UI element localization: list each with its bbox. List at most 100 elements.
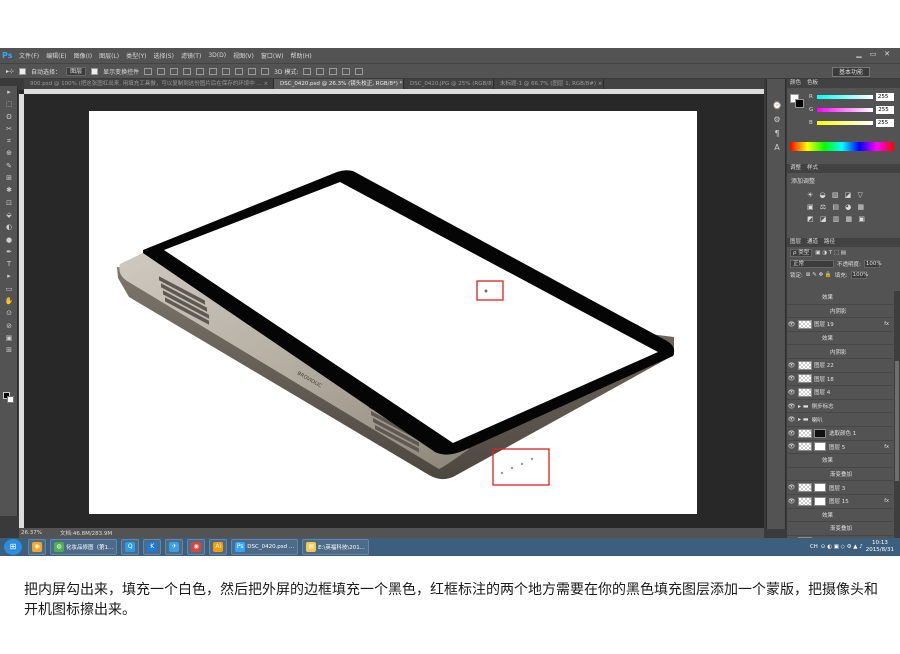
menu-window[interactable]: 窗口(W) [261, 51, 284, 60]
vertical-ruler[interactable] [19, 94, 24, 528]
screen-mode-icon[interactable]: ⊞ [0, 344, 18, 356]
tab-dsc-0420-jpg[interactable]: DSC_0420.JPG @ 25% (RGB/8) × [404, 79, 494, 89]
pen-tool-icon[interactable]: ✒ [0, 246, 18, 258]
eraser-tool-icon[interactable]: ⬙ [0, 209, 18, 221]
layer-row[interactable]: 渐变叠加 [787, 522, 893, 536]
3d-rotate-icon[interactable] [303, 67, 312, 75]
menu-file[interactable]: 文件(F) [19, 51, 39, 60]
eye-icon[interactable]: 👁 [787, 416, 796, 423]
character-icon[interactable]: A [767, 141, 787, 155]
fill-input[interactable]: 100% [850, 270, 868, 279]
layer-row[interactable]: 效果 [787, 291, 893, 305]
layer-mask-thumbnail[interactable] [814, 483, 826, 493]
tab-dsc-0420-psd[interactable]: DSC_0420.psd @ 26.3% (镜头校正, RGB/8*) * × [274, 79, 404, 89]
distribute-icon[interactable] [261, 67, 270, 75]
zoom-tool-icon[interactable]: ⊙ [0, 307, 18, 319]
menu-filter[interactable]: 滤镜(T) [181, 51, 201, 60]
3d-slide-icon[interactable] [342, 67, 351, 75]
layer-row[interactable]: 👁 图层 18 [787, 373, 893, 387]
lasso-tool-icon[interactable]: ʘ [0, 111, 18, 123]
move-tool-icon[interactable]: ▸ [0, 86, 18, 98]
healing-tool-icon[interactable]: ✎ [0, 160, 18, 172]
taskbar-app[interactable]: ✈ [165, 539, 184, 555]
close-icon[interactable]: ✕ [882, 50, 892, 59]
paragraph-icon[interactable]: ¶ [767, 127, 787, 141]
tab-swatches[interactable]: 色板 [807, 79, 818, 88]
adjustment-icons-row[interactable]: ▣ ⚖ ▤ ◕ ▦ [787, 201, 900, 213]
tab-paths[interactable]: 路径 [824, 238, 835, 247]
taskbar-app[interactable]: Ps DSC_0420.psd ... [231, 539, 299, 555]
shape-tool-icon[interactable]: ▭ [0, 283, 18, 295]
tab-900-psd[interactable]: 900.psd @ 100% (把这张图杠出来, 用填充工具做，可以复制到这份图… [24, 79, 274, 89]
fx-icon[interactable]: fx [884, 444, 889, 450]
gradient-tool-icon[interactable]: ◐ [0, 221, 18, 233]
filter-icons[interactable]: ▣ ◑ T ⬚ ▤ [815, 250, 846, 256]
layer-row[interactable]: 渐变叠加 [787, 468, 893, 482]
distribute-icon[interactable] [248, 67, 257, 75]
layer-row[interactable]: 内阴影 [787, 345, 893, 359]
layer-mask-thumbnail[interactable] [814, 428, 826, 438]
distribute-icon[interactable] [222, 67, 231, 75]
taskbar-app[interactable]: ◉ [187, 539, 206, 555]
layer-mask-thumbnail[interactable] [814, 496, 826, 506]
align-middle-icon[interactable] [157, 67, 166, 75]
quick-select-tool-icon[interactable]: ✂ [0, 123, 18, 135]
lock-icons[interactable]: ⊠ ✎ ✥ 🔒 [806, 272, 832, 278]
menu-help[interactable]: 帮助(H) [291, 51, 312, 60]
rotate-view-tool-icon[interactable]: ⊘ [0, 320, 18, 332]
eye-icon[interactable]: 👁 [787, 389, 796, 396]
layer-row[interactable]: 效果 [787, 332, 893, 346]
transform-controls-checkbox[interactable] [91, 67, 99, 75]
tab-styles[interactable]: 样式 [807, 164, 818, 173]
brush-tool-icon[interactable]: ⊞ [0, 172, 18, 184]
layer-row[interactable]: 👁 选取颜色 1 [787, 427, 893, 441]
green-value[interactable]: 255 [876, 106, 895, 114]
fx-icon[interactable]: fx [884, 321, 889, 327]
3d-scale-icon[interactable] [355, 67, 364, 75]
color-spectrum[interactable] [790, 142, 894, 151]
eye-icon[interactable]: 👁 [787, 430, 796, 437]
horizontal-ruler[interactable] [24, 89, 764, 94]
layer-row[interactable]: 👁 图层 4 [787, 386, 893, 400]
adjustment-icons-row[interactable]: ☀ ◒ ▨ ◪ ▽ [787, 185, 900, 201]
blend-mode-dropdown[interactable]: 正常 [790, 259, 834, 268]
tab-channels[interactable]: 通道 [807, 238, 818, 247]
layer-row[interactable]: 👁 图层 19 fx [787, 318, 893, 332]
workspace-dropdown[interactable]: 基本功能 [831, 67, 870, 77]
tray-icons[interactable]: ⊙ ◐ ▣ ◇ ⚙ ▲ ♪ [821, 544, 863, 550]
layer-mask-thumbnail[interactable] [814, 442, 826, 452]
blue-value[interactable]: 255 [875, 119, 894, 127]
background-swatch[interactable] [795, 99, 804, 108]
menu-image[interactable]: 图像(I) [74, 51, 92, 60]
3d-roll-icon[interactable] [316, 67, 325, 75]
layer-row[interactable]: 👁 ▸ ▬ 喇叭 [787, 413, 893, 427]
taskbar-app[interactable]: Q [121, 539, 140, 555]
fx-icon[interactable]: fx [884, 498, 889, 504]
red-slider[interactable] [816, 95, 873, 99]
zoom-level[interactable]: 26.37% [21, 530, 42, 536]
eye-icon[interactable]: 👁 [787, 403, 796, 410]
crop-tool-icon[interactable]: ⌗ [0, 135, 18, 147]
clone-stamp-tool-icon[interactable]: ✱ [0, 184, 18, 196]
clock[interactable]: 10:13 2015/8/31 [866, 540, 894, 554]
taskbar-app[interactable]: ◍ 化妆品修图（第1... [50, 539, 118, 555]
layers-scrollbar[interactable] [894, 291, 900, 556]
align-right-icon[interactable] [209, 67, 218, 75]
hand-tool-icon[interactable]: ✋ [0, 295, 18, 307]
blue-slider[interactable] [816, 121, 873, 125]
taskbar-app[interactable]: ▤ E:\英福科技\201... [302, 539, 369, 555]
eye-icon[interactable]: 👁 [787, 498, 796, 505]
eye-icon[interactable]: 👁 [787, 375, 796, 382]
tab-untitled-1[interactable]: 未标题-1 @ 66.7% (图层 1, RGB/8#) × [494, 79, 604, 89]
layer-row[interactable]: 👁 图层 22 [787, 359, 893, 373]
eye-icon[interactable]: 👁 [787, 484, 796, 491]
background-color-swatch[interactable] [7, 396, 14, 403]
auto-select-checkbox[interactable] [19, 67, 27, 75]
layer-row[interactable]: 👁 图层 15 fx [787, 495, 893, 509]
layer-row[interactable]: 👁 图层 3 [787, 481, 893, 495]
quick-mask-icon[interactable]: ▣ [0, 332, 18, 344]
align-bottom-icon[interactable] [170, 67, 179, 75]
history-icon[interactable]: ⌚ [767, 99, 787, 113]
opacity-input[interactable]: 100% [863, 259, 882, 268]
document-canvas[interactable]: BROVIOLIC [89, 111, 697, 514]
